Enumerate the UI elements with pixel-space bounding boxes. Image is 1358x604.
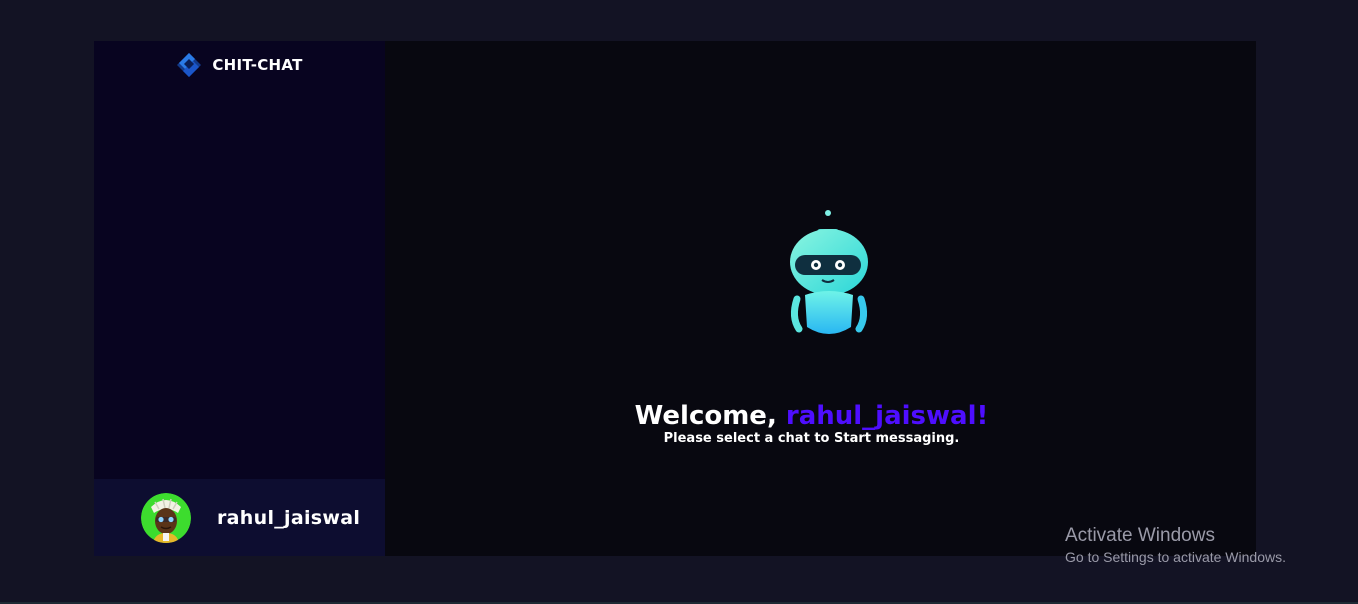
watermark-subtitle: Go to Settings to activate Windows.	[1065, 549, 1286, 565]
welcome-message: Welcome, rahul_jaiswal! Please select a …	[385, 401, 1256, 447]
contacts-list[interactable]	[94, 89, 385, 479]
robot-icon	[790, 210, 868, 334]
brand: CHIT-CHAT	[94, 41, 385, 89]
current-user-panel: rahul_jaiswal	[94, 479, 385, 556]
chat-app: CHIT-CHAT rahul_jaiswal Welcome, rahul_j…	[94, 41, 1256, 556]
current-username: rahul_jaiswal	[217, 506, 361, 529]
welcome-heading: Welcome, rahul_jaiswal!	[367, 401, 1256, 431]
welcome-username: rahul_jaiswal!	[785, 401, 989, 431]
user-avatar-icon[interactable]	[141, 492, 191, 543]
welcome-subtitle: Please select a chat to Start messaging.	[663, 431, 960, 446]
diamond-logo-icon	[177, 53, 202, 77]
chat-area: Welcome, rahul_jaiswal! Please select a …	[385, 41, 1256, 556]
watermark-title: Activate Windows	[1065, 525, 1215, 546]
welcome-prefix: Welcome,	[634, 401, 786, 431]
sidebar: CHIT-CHAT rahul_jaiswal	[94, 41, 385, 556]
windows-activation-watermark: Activate Windows Go to Settings to activ…	[1065, 525, 1286, 567]
brand-name: CHIT-CHAT	[212, 56, 303, 74]
